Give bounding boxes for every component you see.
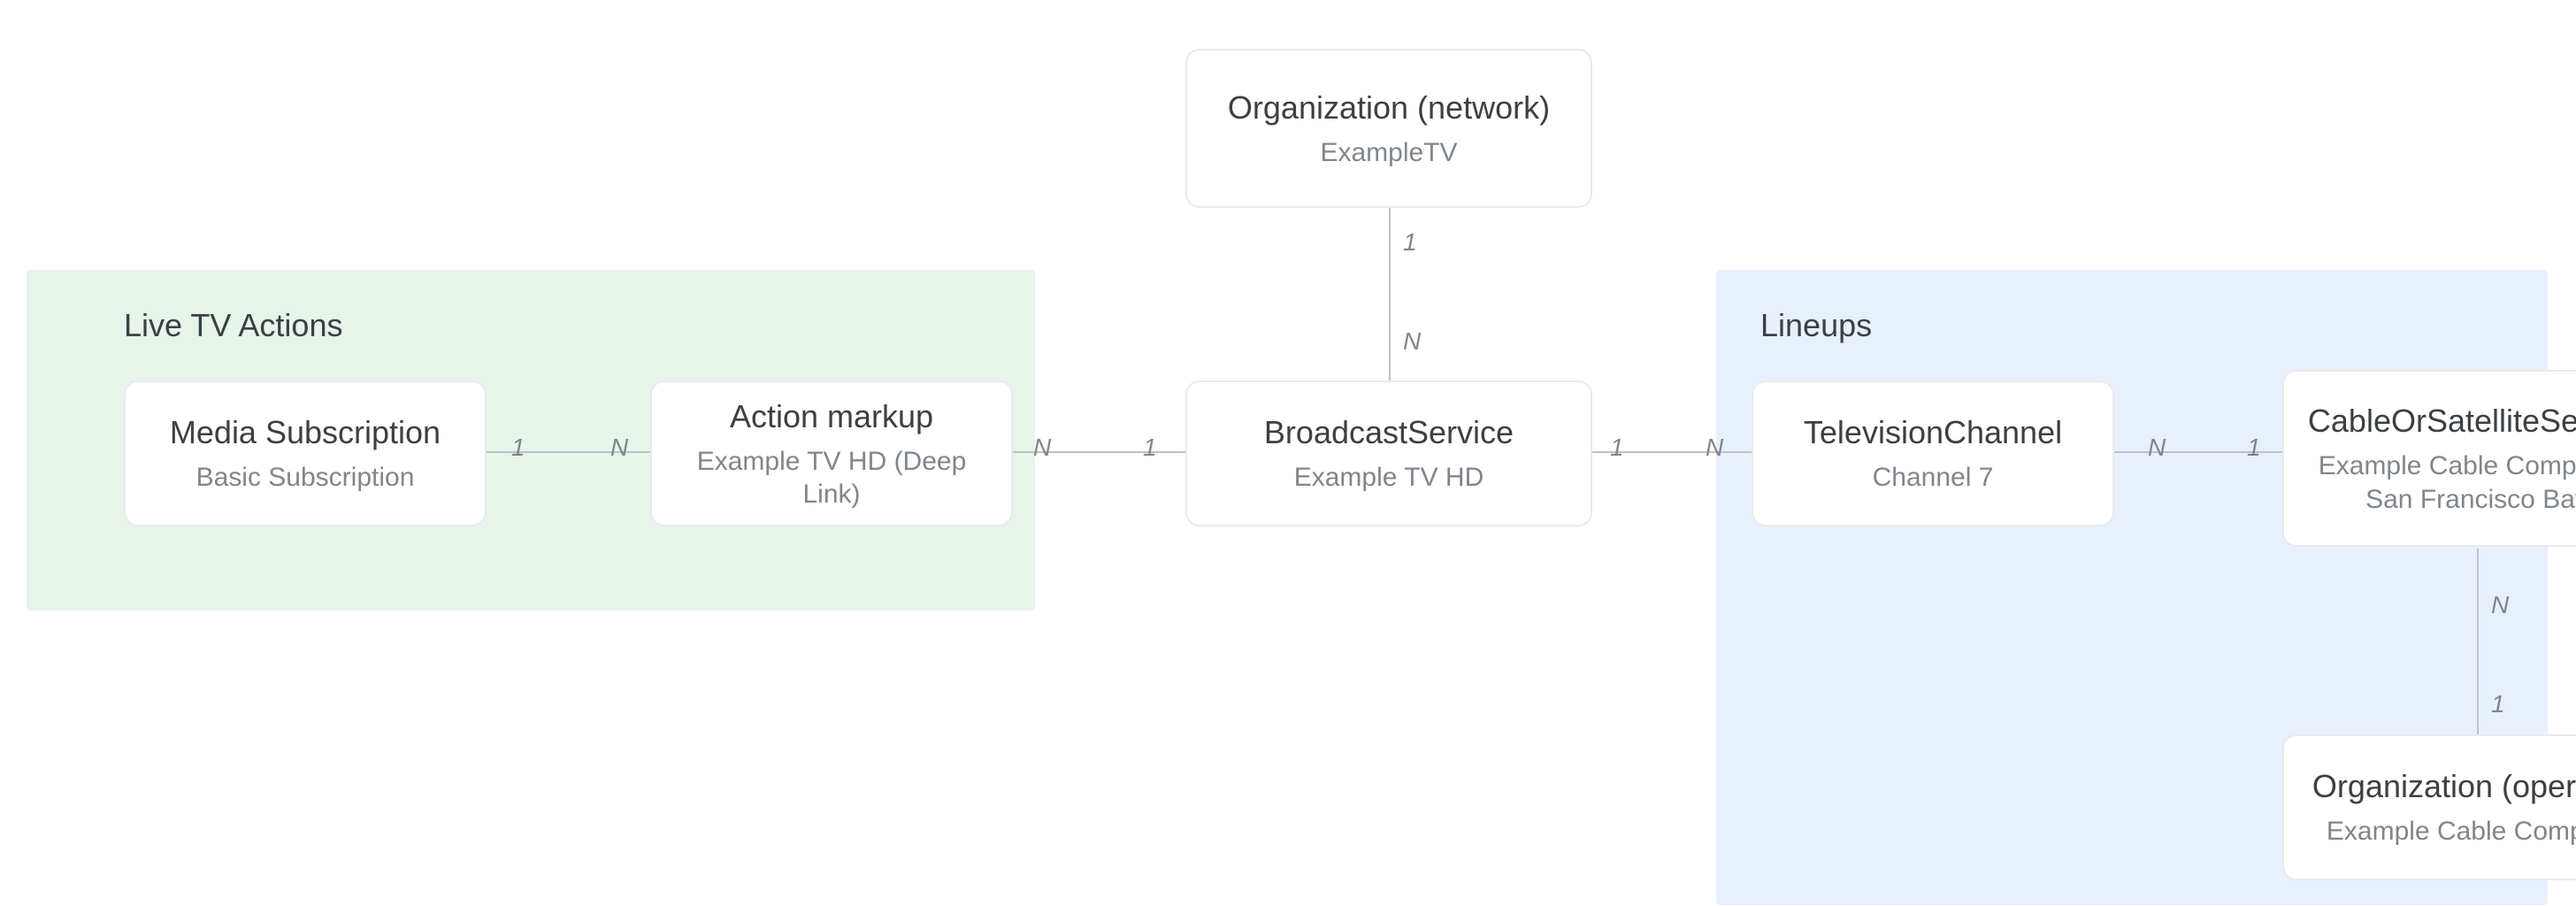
card-cs-bottom: N <box>2491 591 2509 619</box>
card-am-right: N <box>1033 434 1051 462</box>
card-tc-right: N <box>2148 434 2166 462</box>
edge-am-bs <box>1000 451 1185 453</box>
node-organization-operator: Organization (operator) Example Cable Co… <box>2282 734 2576 880</box>
region-lineups-title: Lineups <box>1760 307 1872 344</box>
node-action-markup: Action markup Example TV HD (Deep Link) <box>650 380 1013 526</box>
node-broadcast-service-title: BroadcastService <box>1264 412 1514 452</box>
node-media-subscription-title: Media Subscription <box>170 412 441 452</box>
card-bs-left: 1 <box>1143 434 1157 462</box>
edge-on-bs <box>1389 195 1391 380</box>
card-tc-left: N <box>1706 434 1723 462</box>
region-live-tv-title: Live TV Actions <box>124 307 342 344</box>
node-org-operator-sub: Example Cable Company <box>2327 815 2576 848</box>
card-cs-left: 1 <box>2247 434 2261 462</box>
card-bs-top: N <box>1403 327 1421 356</box>
edge-cs-oo <box>2477 549 2479 743</box>
edge-ms-am <box>478 451 663 453</box>
node-action-markup-sub: Example TV HD (Deep Link) <box>673 445 990 511</box>
edge-tc-cs <box>2105 451 2291 453</box>
node-cable-service-title: CableOrSatelliteService <box>2308 401 2576 441</box>
node-broadcast-service-sub: Example TV HD <box>1294 461 1484 495</box>
node-org-network-sub: ExampleTV <box>1320 136 1457 170</box>
node-television-channel-title: TelevisionChannel <box>1804 412 2062 452</box>
card-am-left: N <box>610 434 628 462</box>
node-org-network-title: Organization (network) <box>1228 88 1550 127</box>
card-oo-top: 1 <box>2491 690 2505 718</box>
node-organization-network: Organization (network) ExampleTV <box>1185 49 1592 208</box>
diagram-canvas: Live TV Actions Lineups 1 N N 1 1 N N 1 … <box>0 0 2576 906</box>
node-org-operator-title: Organization (operator) <box>2312 766 2576 806</box>
node-broadcast-service: BroadcastService Example TV HD <box>1185 380 1592 526</box>
node-television-channel-sub: Channel 7 <box>1873 461 1994 495</box>
node-television-channel: TelevisionChannel Channel 7 <box>1752 380 2114 526</box>
edge-bs-tc <box>1566 451 1752 453</box>
card-ms-right: 1 <box>511 434 525 462</box>
node-cable-service-sub: Example Cable Company - San Francisco Ba… <box>2305 449 2576 516</box>
card-bs-right: 1 <box>1610 434 1624 462</box>
node-media-subscription: Media Subscription Basic Subscription <box>124 380 487 526</box>
card-on-bottom: 1 <box>1403 228 1417 257</box>
node-media-subscription-sub: Basic Subscription <box>196 461 415 495</box>
node-cable-service: CableOrSatelliteService Example Cable Co… <box>2282 370 2576 547</box>
node-action-markup-title: Action markup <box>730 396 933 436</box>
